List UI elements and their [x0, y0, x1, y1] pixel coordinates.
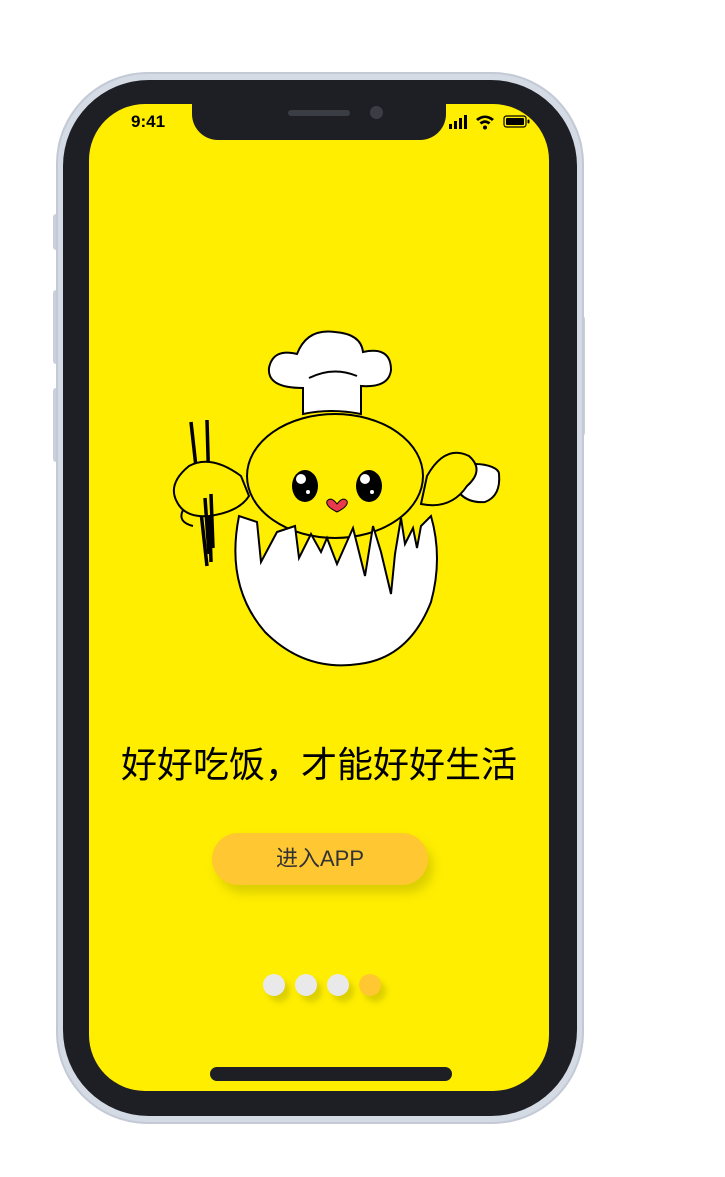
notch	[192, 104, 446, 140]
status-icons	[449, 112, 539, 132]
home-indicator[interactable]	[210, 1067, 452, 1081]
battery-icon	[503, 115, 530, 128]
page-dot-1[interactable]	[263, 974, 285, 996]
page-dot-4-active[interactable]	[359, 974, 381, 996]
page-dot-3[interactable]	[327, 974, 349, 996]
enter-app-button[interactable]: 进入APP	[212, 833, 428, 885]
page-dot-2[interactable]	[295, 974, 317, 996]
slogan-text: 好好吃饭，才能好好生活	[120, 745, 517, 786]
cellular-signal-icon	[449, 115, 467, 129]
app-screen: 9:41 好好吃饭，才能好好生活 进入APP	[89, 104, 549, 1091]
pagination-dots	[263, 974, 383, 1002]
wifi-icon	[476, 115, 494, 130]
device-mockup: 9:41 好好吃饭，才能好好生活 进入APP	[0, 0, 725, 1177]
front-camera	[370, 106, 383, 119]
chef-hat-icon	[267, 330, 393, 416]
status-time: 9:41	[131, 112, 166, 131]
chef-chick-illustration	[173, 330, 501, 667]
chick-body	[246, 413, 424, 539]
speaker-grille	[288, 110, 350, 116]
